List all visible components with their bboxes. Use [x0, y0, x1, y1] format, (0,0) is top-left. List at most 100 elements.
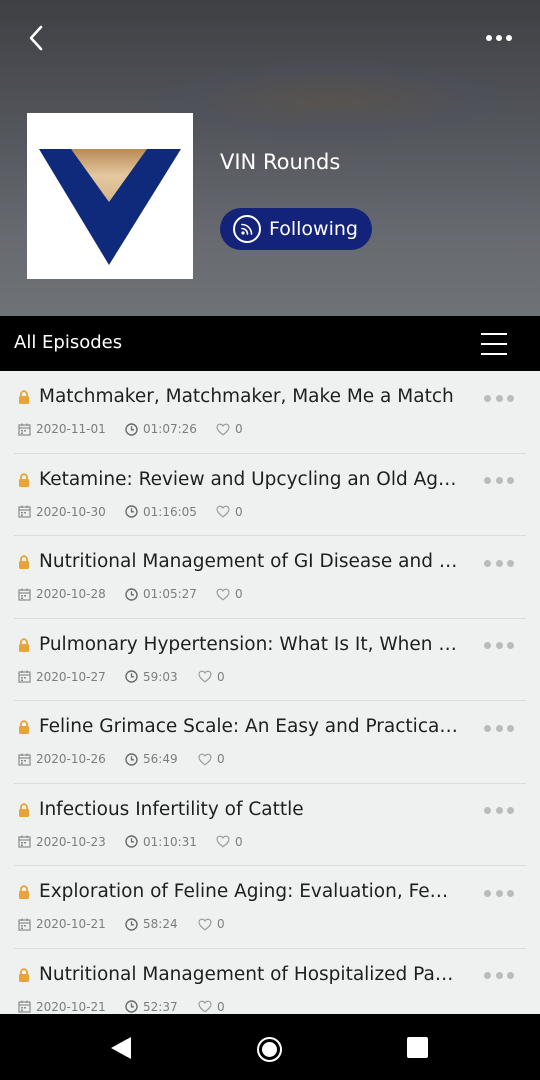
- section-title: All Episodes: [14, 332, 123, 353]
- episode-row[interactable]: Ketamine: Review and Upcycling an Old Ag…: [0, 454, 540, 536]
- episode-duration: 56:49: [125, 751, 178, 767]
- episode-more-button[interactable]: [484, 556, 514, 570]
- hamburger-line: [481, 343, 507, 345]
- episode-more-button[interactable]: [484, 639, 514, 653]
- episode-likes[interactable]: 0: [198, 669, 225, 685]
- dot-icon: [495, 477, 503, 484]
- episode-title[interactable]: Feline Grimace Scale: An Easy and Practi…: [39, 716, 459, 737]
- episode-row[interactable]: Pulmonary Hypertension: What Is It, When…: [0, 619, 540, 701]
- episode-title[interactable]: Pulmonary Hypertension: What Is It, When…: [39, 634, 459, 655]
- episode-likes-count: 0: [217, 752, 225, 766]
- dot-icon: [507, 394, 514, 402]
- hamburger-line: [481, 353, 507, 355]
- episode-duration: 59:03: [125, 669, 178, 685]
- episode-title[interactable]: Nutritional Management of Hospitalized P…: [39, 964, 459, 985]
- dot-icon: [484, 559, 491, 567]
- episode-duration: 58:24: [125, 916, 178, 932]
- lock-icon: [19, 720, 29, 734]
- heart-icon: [216, 835, 230, 848]
- episode-likes[interactable]: 0: [216, 834, 243, 850]
- episode-date-text: 2020-10-26: [36, 752, 106, 766]
- episode-duration: 01:05:27: [125, 586, 197, 602]
- episode-more-button[interactable]: [484, 721, 514, 735]
- episode-more-button[interactable]: [484, 969, 514, 983]
- clock-icon: [125, 670, 138, 683]
- episode-more-button[interactable]: [484, 804, 514, 818]
- episode-duration: 01:10:31: [125, 834, 197, 850]
- clock-icon: [125, 587, 138, 601]
- episode-more-button[interactable]: [484, 474, 514, 488]
- list-menu-button[interactable]: [480, 332, 508, 356]
- heart-icon: [198, 670, 212, 683]
- episode-date: 2020-10-21: [18, 916, 106, 932]
- episode-more-button[interactable]: [484, 391, 514, 405]
- calendar-icon: [18, 918, 31, 931]
- episode-likes[interactable]: 0: [216, 586, 243, 602]
- episode-likes-count: 0: [235, 587, 243, 601]
- episode-duration-text: 59:03: [143, 669, 178, 684]
- episode-date-text: 2020-10-21: [36, 999, 106, 1014]
- dot-icon: [484, 889, 491, 897]
- lock-icon: [19, 390, 29, 404]
- episode-likes[interactable]: 0: [198, 916, 225, 932]
- lock-icon: [19, 802, 29, 817]
- episode-duration-text: 52:37: [143, 999, 178, 1014]
- episode-row[interactable]: Nutritional Management of GI Disease and…: [0, 536, 540, 619]
- heart-icon: [198, 918, 212, 930]
- episode-duration: 52:37: [125, 999, 178, 1015]
- dot-icon: [484, 642, 491, 649]
- heart-icon: [216, 505, 230, 518]
- episode-date: 2020-10-28: [18, 586, 106, 602]
- episode-likes[interactable]: 0: [216, 504, 243, 520]
- episode-likes[interactable]: 0: [198, 751, 225, 767]
- episode-date: 2020-10-27: [18, 669, 106, 685]
- episode-likes[interactable]: 0: [216, 421, 243, 437]
- episode-likes-count: 0: [217, 669, 225, 684]
- calendar-icon: [18, 753, 31, 766]
- clock-icon: [125, 917, 138, 931]
- nav-recents-icon[interactable]: [407, 1037, 428, 1058]
- episode-likes[interactable]: 0: [198, 999, 225, 1015]
- episode-row[interactable]: Matchmaker, Matchmaker, Make Me a Match …: [0, 371, 540, 454]
- rss-icon: [233, 215, 261, 243]
- system-nav-bar: [0, 1014, 540, 1080]
- episode-date-text: 2020-10-27: [36, 669, 106, 684]
- episode-duration-text: 01:07:26: [143, 422, 197, 436]
- more-options-button[interactable]: [478, 26, 520, 50]
- episode-duration-text: 56:49: [143, 752, 178, 766]
- episode-row[interactable]: Nutritional Management of Hospitalized P…: [0, 949, 540, 1015]
- episode-row[interactable]: Exploration of Feline Aging: Evaluation,…: [0, 866, 540, 949]
- dot-icon: [484, 477, 491, 484]
- dot-icon: [495, 394, 503, 402]
- chevron-left-icon: [29, 25, 43, 51]
- dot-icon: [496, 35, 502, 41]
- episode-date: 2020-11-01: [18, 421, 106, 437]
- heart-icon: [216, 588, 230, 600]
- calendar-icon: [18, 505, 31, 518]
- lock-icon: [19, 637, 29, 652]
- dot-icon: [506, 35, 512, 41]
- episode-title[interactable]: Infectious Infertility of Cattle: [39, 799, 459, 820]
- episode-duration: 01:16:05: [125, 504, 197, 520]
- episode-row[interactable]: Infectious Infertility of Cattle 2020-10…: [0, 784, 540, 866]
- heart-icon: [198, 753, 212, 765]
- nav-home-icon[interactable]: [257, 1037, 282, 1062]
- episode-duration: 01:07:26: [125, 421, 197, 437]
- lock-icon: [19, 472, 29, 487]
- dot-icon: [495, 559, 503, 567]
- nav-back-icon[interactable]: [110, 1036, 132, 1060]
- episode-title[interactable]: Exploration of Feline Aging: Evaluation,…: [39, 881, 459, 902]
- episode-row[interactable]: Feline Grimace Scale: An Easy and Practi…: [0, 701, 540, 784]
- episode-title[interactable]: Nutritional Management of GI Disease and…: [39, 551, 459, 572]
- following-button[interactable]: Following: [220, 208, 372, 250]
- lock-icon: [19, 967, 29, 982]
- dot-icon: [495, 724, 503, 732]
- episode-more-button[interactable]: [484, 886, 514, 900]
- episode-title[interactable]: Ketamine: Review and Upcycling an Old Ag…: [39, 469, 459, 490]
- hamburger-line: [481, 333, 507, 335]
- back-button[interactable]: [18, 20, 54, 56]
- dot-icon: [495, 807, 503, 814]
- episode-title[interactable]: Matchmaker, Matchmaker, Make Me a Match: [39, 386, 459, 407]
- dot-icon: [507, 972, 514, 979]
- episode-date: 2020-10-21: [18, 999, 106, 1015]
